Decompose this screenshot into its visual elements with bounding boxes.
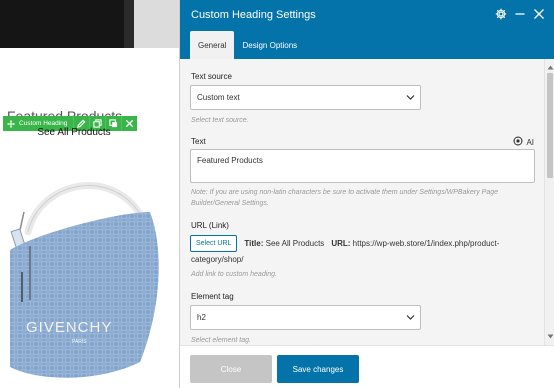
- url-url-label: URL:: [331, 239, 351, 248]
- text-hint-line2: Builder/General Settings.: [191, 200, 269, 207]
- element-tag-select[interactable]: h2: [190, 305, 421, 330]
- url-value-group: URL: https://wp-web.store/1/index.php/pr…: [331, 239, 499, 248]
- scroll-down-icon[interactable]: [547, 332, 554, 341]
- bag-brand-text: GIVENCHY: [26, 319, 112, 336]
- text-textarea[interactable]: Featured Products: [190, 149, 535, 183]
- text-hint-line1: Note: If you are using non-latin charact…: [191, 189, 498, 196]
- ai-label: AI: [526, 137, 534, 147]
- url-title-group: Title: See All Products: [244, 239, 324, 248]
- element-tag-label: Element tag: [191, 292, 234, 301]
- page-preview: Featured Products Custom Heading: [0, 0, 179, 388]
- url-row: Select URL Title: See All Products URL: …: [190, 235, 535, 252]
- text-source-label: Text source: [191, 72, 232, 81]
- tab-design-options[interactable]: Design Options: [234, 31, 305, 59]
- element-tag-value: h2: [197, 313, 206, 322]
- modal-tabs: General Design Options: [190, 31, 305, 59]
- scrollbar-thumb[interactable]: [547, 73, 553, 178]
- save-changes-button[interactable]: Save changes: [277, 355, 359, 383]
- url-value-line2: category/shop/: [191, 255, 244, 264]
- url-value-line1: https://wp-web.store/1/index.php/product…: [352, 239, 500, 248]
- preview-see-all-link[interactable]: See All Products: [0, 127, 148, 138]
- text-label: Text: [191, 137, 206, 146]
- modal-scrollbar[interactable]: [544, 59, 554, 345]
- modal-header[interactable]: Custom Heading Settings General Design O…: [180, 0, 554, 59]
- modal-header-controls: [495, 8, 545, 20]
- hero-image: [0, 0, 179, 48]
- product-image: GIVENCHY PARIS: [10, 182, 159, 378]
- chevron-down-icon: [406, 314, 415, 323]
- gear-icon[interactable]: [495, 8, 507, 20]
- url-hint: Add link to custom heading.: [191, 271, 277, 278]
- modal-title: Custom Heading Settings: [191, 9, 316, 21]
- text-source-value: Custom text: [197, 93, 240, 102]
- text-source-select[interactable]: Custom text: [190, 85, 421, 110]
- scroll-up-icon[interactable]: [547, 63, 554, 72]
- settings-modal: Custom Heading Settings General Design O…: [179, 0, 554, 388]
- url-title-label: Title:: [244, 239, 264, 248]
- text-source-hint: Select text source.: [191, 117, 249, 124]
- element-tag-hint: Select element tag.: [191, 337, 251, 344]
- url-label: URL (Link): [191, 221, 229, 230]
- ai-button[interactable]: AI: [513, 136, 534, 148]
- modal-body: Text source Custom text Select text sour…: [180, 59, 544, 345]
- close-icon[interactable]: [533, 8, 545, 20]
- tab-general[interactable]: General: [190, 31, 235, 59]
- close-button[interactable]: Close: [190, 355, 272, 383]
- ai-icon: [513, 136, 523, 148]
- modal-footer: Close Save changes: [180, 345, 554, 388]
- chevron-down-icon: [406, 94, 415, 103]
- select-url-button[interactable]: Select URL: [190, 235, 238, 252]
- bag-sub-text: PARIS: [72, 339, 87, 345]
- url-title-value: See All Products: [265, 239, 325, 248]
- element-name-label: Custom Heading: [19, 120, 68, 127]
- minimize-icon[interactable]: [514, 8, 526, 20]
